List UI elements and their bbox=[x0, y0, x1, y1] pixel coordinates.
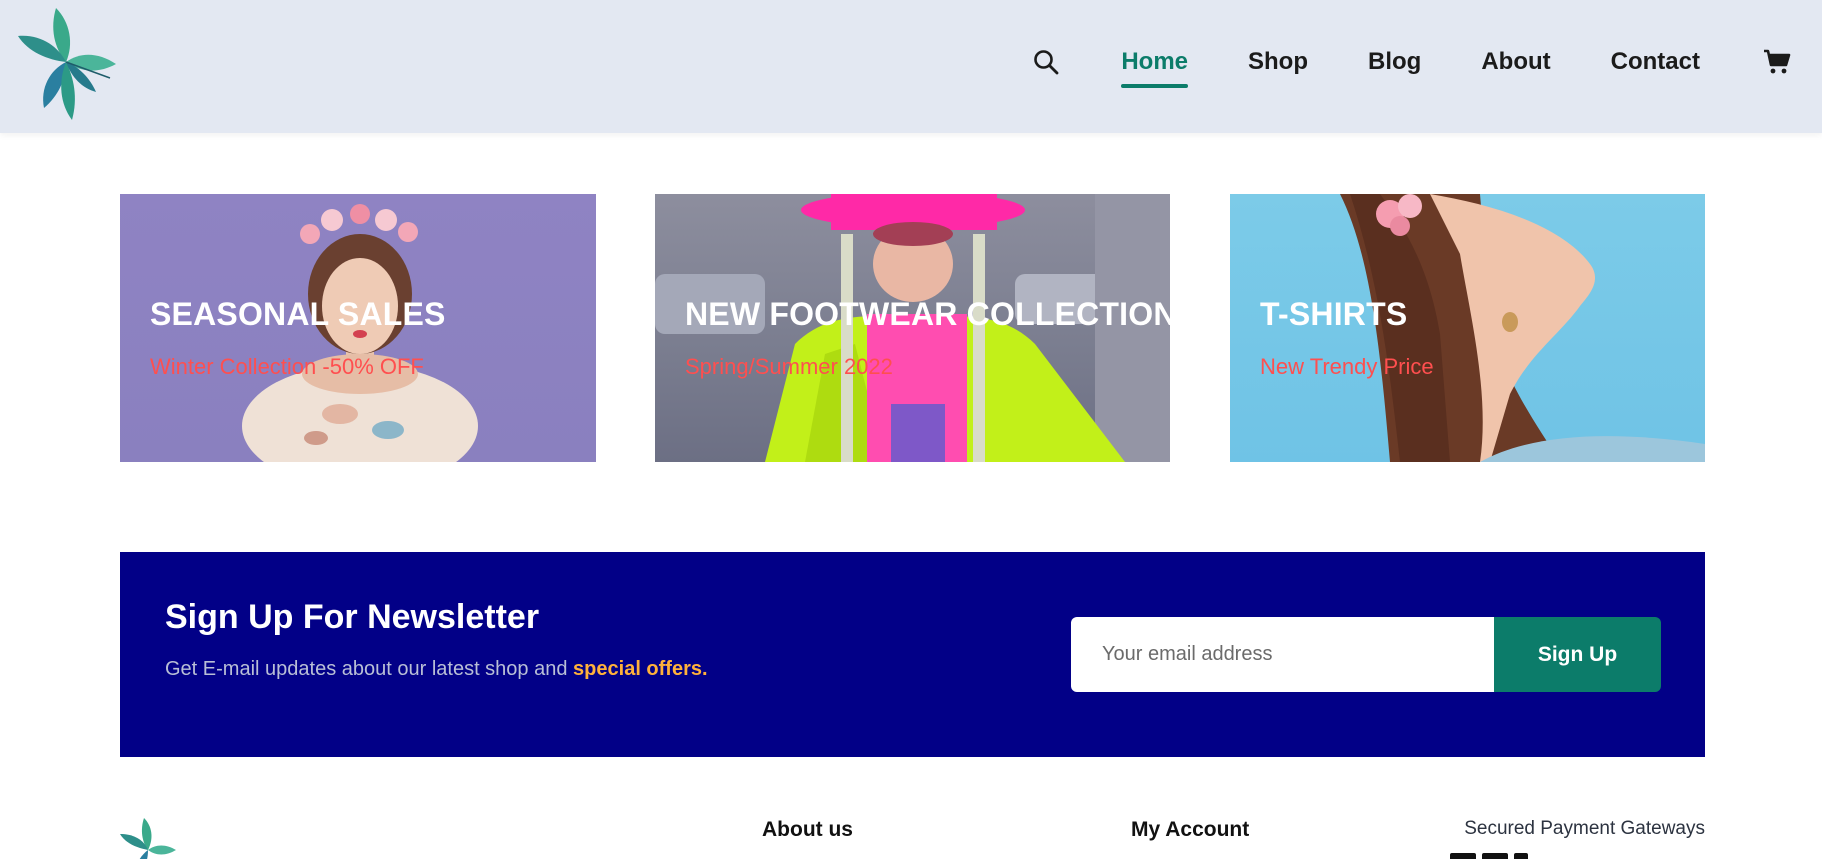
newsletter-subtitle: Get E-mail updates about our latest shop… bbox=[165, 658, 708, 681]
footer-account-heading: My Account bbox=[1131, 818, 1250, 841]
newsletter-subtitle-highlight: special offers. bbox=[573, 658, 708, 680]
card-icon bbox=[1514, 853, 1528, 859]
search-icon[interactable] bbox=[1031, 47, 1061, 77]
nav-blog[interactable]: Blog bbox=[1368, 40, 1421, 84]
cart-icon[interactable] bbox=[1762, 47, 1792, 77]
nav-contact[interactable]: Contact bbox=[1611, 40, 1700, 84]
footer-logo-icon[interactable] bbox=[120, 818, 180, 859]
banner-subtitle: New Trendy Price bbox=[1260, 354, 1434, 379]
email-input[interactable] bbox=[1071, 617, 1494, 692]
leaf-logo-icon[interactable] bbox=[18, 8, 118, 120]
payment-icons bbox=[1450, 853, 1528, 859]
banner-subtitle: Spring/Summer 2022 bbox=[685, 354, 893, 379]
main-nav: Home Shop Blog About Contact bbox=[1031, 40, 1792, 88]
newsletter-form: Sign Up bbox=[1071, 617, 1661, 692]
nav-about[interactable]: About bbox=[1481, 40, 1550, 84]
promo-banner-footwear[interactable]: NEW FOOTWEAR COLLECTION Spring/Summer 20… bbox=[655, 194, 1170, 462]
nav-shop[interactable]: Shop bbox=[1248, 40, 1308, 84]
footer-payment-heading: Secured Payment Gateways bbox=[1464, 818, 1705, 839]
banner-title: SEASONAL SALES bbox=[150, 296, 446, 332]
card-icon bbox=[1482, 853, 1508, 859]
newsletter-subtitle-text: Get E-mail updates about our latest shop… bbox=[165, 658, 568, 680]
footer-about-heading: About us bbox=[762, 818, 853, 841]
promo-banner-seasonal-sales[interactable]: SEASONAL SALES Winter Collection -50% OF… bbox=[120, 194, 596, 462]
sign-up-button[interactable]: Sign Up bbox=[1494, 617, 1661, 692]
banner-title: NEW FOOTWEAR COLLECTION bbox=[685, 296, 1170, 332]
newsletter-section: Sign Up For Newsletter Get E-mail update… bbox=[120, 552, 1705, 757]
card-icon bbox=[1450, 853, 1476, 859]
nav-home[interactable]: Home bbox=[1121, 40, 1188, 88]
promo-banner-tshirts[interactable]: T-SHIRTS New Trendy Price bbox=[1230, 194, 1705, 462]
site-header: Home Shop Blog About Contact bbox=[0, 0, 1822, 133]
newsletter-title: Sign Up For Newsletter bbox=[165, 598, 540, 636]
banner-title: T-SHIRTS bbox=[1260, 296, 1408, 332]
banner-subtitle: Winter Collection -50% OFF bbox=[150, 354, 424, 379]
